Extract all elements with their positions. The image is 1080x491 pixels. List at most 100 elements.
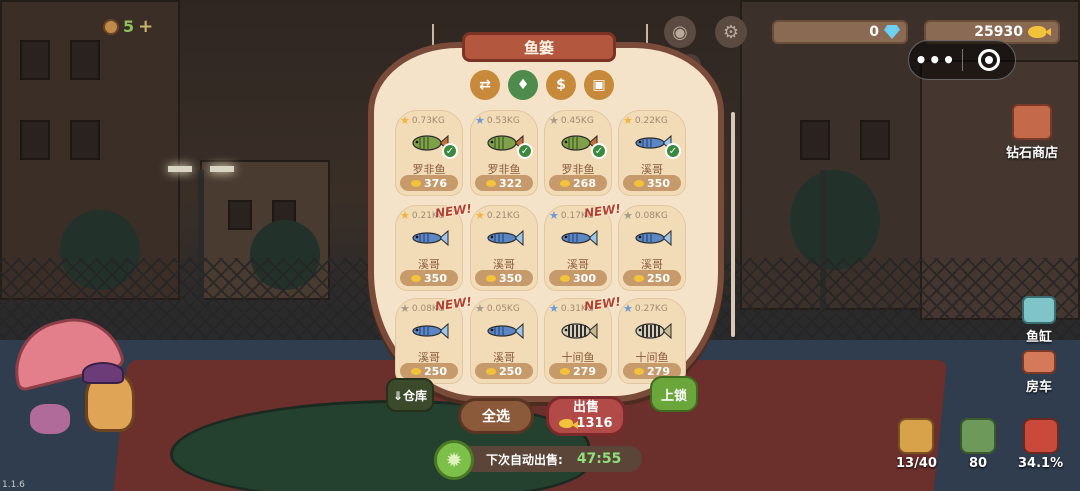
fish-weight: ★ 0.27KG [623, 303, 668, 314]
fish-card[interactable]: ★ 0.08KG 溪哥 250 [618, 205, 686, 291]
shop-icon [1012, 104, 1052, 140]
fish-coin-icon [560, 367, 571, 375]
diamond-shop-button[interactable]: 钻石商店 [1006, 104, 1058, 161]
fish-price: 322 [475, 175, 533, 191]
creek-fish-icon [635, 229, 672, 247]
creek-fish-icon [412, 322, 449, 340]
sell-amount: 1316 [559, 416, 613, 432]
fish-card[interactable]: ★ 0.27KG 十间鱼 279 [618, 298, 686, 384]
bag-filter-button[interactable]: ▣ [584, 70, 614, 100]
fish-coin-icon [411, 367, 422, 375]
star-icon: ★ [475, 302, 485, 315]
sort-button[interactable]: ⇄ [470, 70, 500, 100]
eye-button[interactable]: ◉ [664, 16, 696, 48]
window [70, 120, 100, 160]
window [70, 40, 100, 80]
sell-total: 1316 [576, 416, 613, 431]
auto-sell-settings-button[interactable]: ✹ [434, 440, 474, 480]
lock-button[interactable]: 上锁 [650, 376, 698, 412]
coin-filter-icon: $ [556, 77, 566, 93]
fish-weight-value: 0.21KG [486, 210, 520, 221]
fish-card[interactable]: ★ 0.21KG 溪哥 350 [470, 205, 538, 291]
fish-price-value: 250 [424, 364, 447, 378]
diamond-count: 0 [869, 24, 879, 40]
coin-filter-button[interactable]: $ [546, 70, 576, 100]
creek-fish-icon [487, 322, 524, 340]
fish-weight: ★ 0.22KG [623, 115, 668, 126]
close-mini-program-button[interactable] [962, 49, 1015, 71]
fish-coin-icon [411, 274, 422, 282]
fish-price: 376 [400, 175, 458, 191]
star-icon: ★ [623, 209, 633, 222]
fish-price-value: 350 [499, 271, 522, 285]
fish-coin-icon [560, 179, 571, 187]
cookie-counter[interactable]: 5 + [103, 16, 153, 37]
mini-program-capsule: ••• [908, 40, 1016, 80]
fish-weight: ★ 0.05KG [475, 303, 520, 314]
fish-card[interactable]: ★ 0.73KG ✓ 罗非鱼 376 [395, 110, 463, 196]
fish-price-value: 350 [647, 176, 670, 190]
diamond-filter-button[interactable]: ♦ [508, 70, 538, 100]
fish-card[interactable]: ★ 0.31KG NEW! 十间鱼 279 [544, 294, 622, 384]
fish-price: 279 [549, 363, 607, 379]
window [860, 120, 890, 160]
star-icon: ★ [549, 302, 559, 315]
creek-fish-icon [487, 229, 524, 247]
more-menu-button[interactable]: ••• [909, 48, 962, 72]
fish-price-value: 250 [647, 271, 670, 285]
green-item-stat[interactable]: 80 [960, 418, 996, 471]
fish-price: 350 [623, 175, 681, 191]
star-icon: ★ [400, 302, 410, 315]
diamond-counter[interactable]: 0 [772, 20, 908, 44]
fish-price: 268 [549, 175, 607, 191]
fish-price-value: 268 [573, 176, 596, 190]
panel-title: 鱼篓 [462, 32, 616, 62]
fish-card[interactable]: ★ 0.22KG ✓ 溪哥 350 [618, 110, 686, 196]
plus-icon[interactable]: + [138, 16, 153, 37]
fish-card[interactable]: ★ 0.05KG 溪哥 250 [470, 298, 538, 384]
fish-coin-icon [634, 274, 645, 282]
fish-price: 300 [549, 270, 607, 286]
check-icon: ✓ [442, 143, 458, 159]
bag-filter-icon: ▣ [592, 77, 606, 93]
fish-tank-icon [1022, 296, 1056, 324]
progress-stat[interactable]: 34.1% [1018, 418, 1063, 471]
fish-card[interactable]: ★ 0.45KG ✓ 罗非鱼 268 [544, 110, 612, 196]
fish-price: 250 [475, 363, 533, 379]
filter-toolbar: ⇄ ♦ $ ▣ [470, 70, 614, 100]
fish-tank-button[interactable]: 鱼缸 [1022, 296, 1056, 345]
cart-button[interactable]: 房车 [1022, 350, 1056, 395]
fish-weight-value: 0.53KG [486, 115, 520, 126]
fish-weight: ★ 0.53KG [475, 115, 520, 126]
star-icon: ★ [475, 114, 485, 127]
fish-price-value: 322 [499, 176, 522, 190]
progress-value: 34.1% [1018, 456, 1064, 471]
backpack-stat[interactable]: 13/40 [896, 418, 937, 471]
cat-hat [82, 362, 124, 384]
fish-card[interactable]: ★ 0.53KG ✓ 罗非鱼 322 [470, 110, 538, 196]
fish-card[interactable]: ★ 0.08KG NEW! 溪哥 250 [395, 294, 473, 384]
target-icon [977, 49, 1000, 71]
select-all-button[interactable]: 全选 [458, 398, 534, 434]
fish-card[interactable]: ★ 0.17KG NEW! 溪哥 300 [544, 201, 622, 291]
striped-fish-icon [561, 322, 598, 340]
green-item-count: 80 [968, 456, 988, 471]
auto-sell-label: 下次自动出售: [486, 452, 563, 467]
panel-scrollbar[interactable] [731, 112, 735, 337]
window [20, 40, 50, 80]
window [20, 120, 50, 160]
check-icon: ✓ [517, 143, 533, 159]
lamp-light [168, 166, 192, 172]
star-icon: ★ [549, 209, 559, 222]
green-bag-icon [960, 418, 996, 454]
fish-coin-icon [1028, 26, 1051, 38]
fish-card[interactable]: ★ 0.21KG NEW! 溪哥 350 [395, 201, 473, 291]
warehouse-button[interactable]: ⇓仓库 [386, 378, 434, 412]
fish-weight-value: 0.08KG [634, 210, 668, 221]
fish-weight: ★ 0.08KG [623, 210, 668, 221]
settings-button[interactable]: ⚙ [715, 16, 747, 48]
window [800, 120, 830, 160]
fish-coin-icon [486, 274, 497, 282]
sell-button[interactable]: 出售 1316 [546, 396, 626, 436]
tree [790, 170, 880, 270]
